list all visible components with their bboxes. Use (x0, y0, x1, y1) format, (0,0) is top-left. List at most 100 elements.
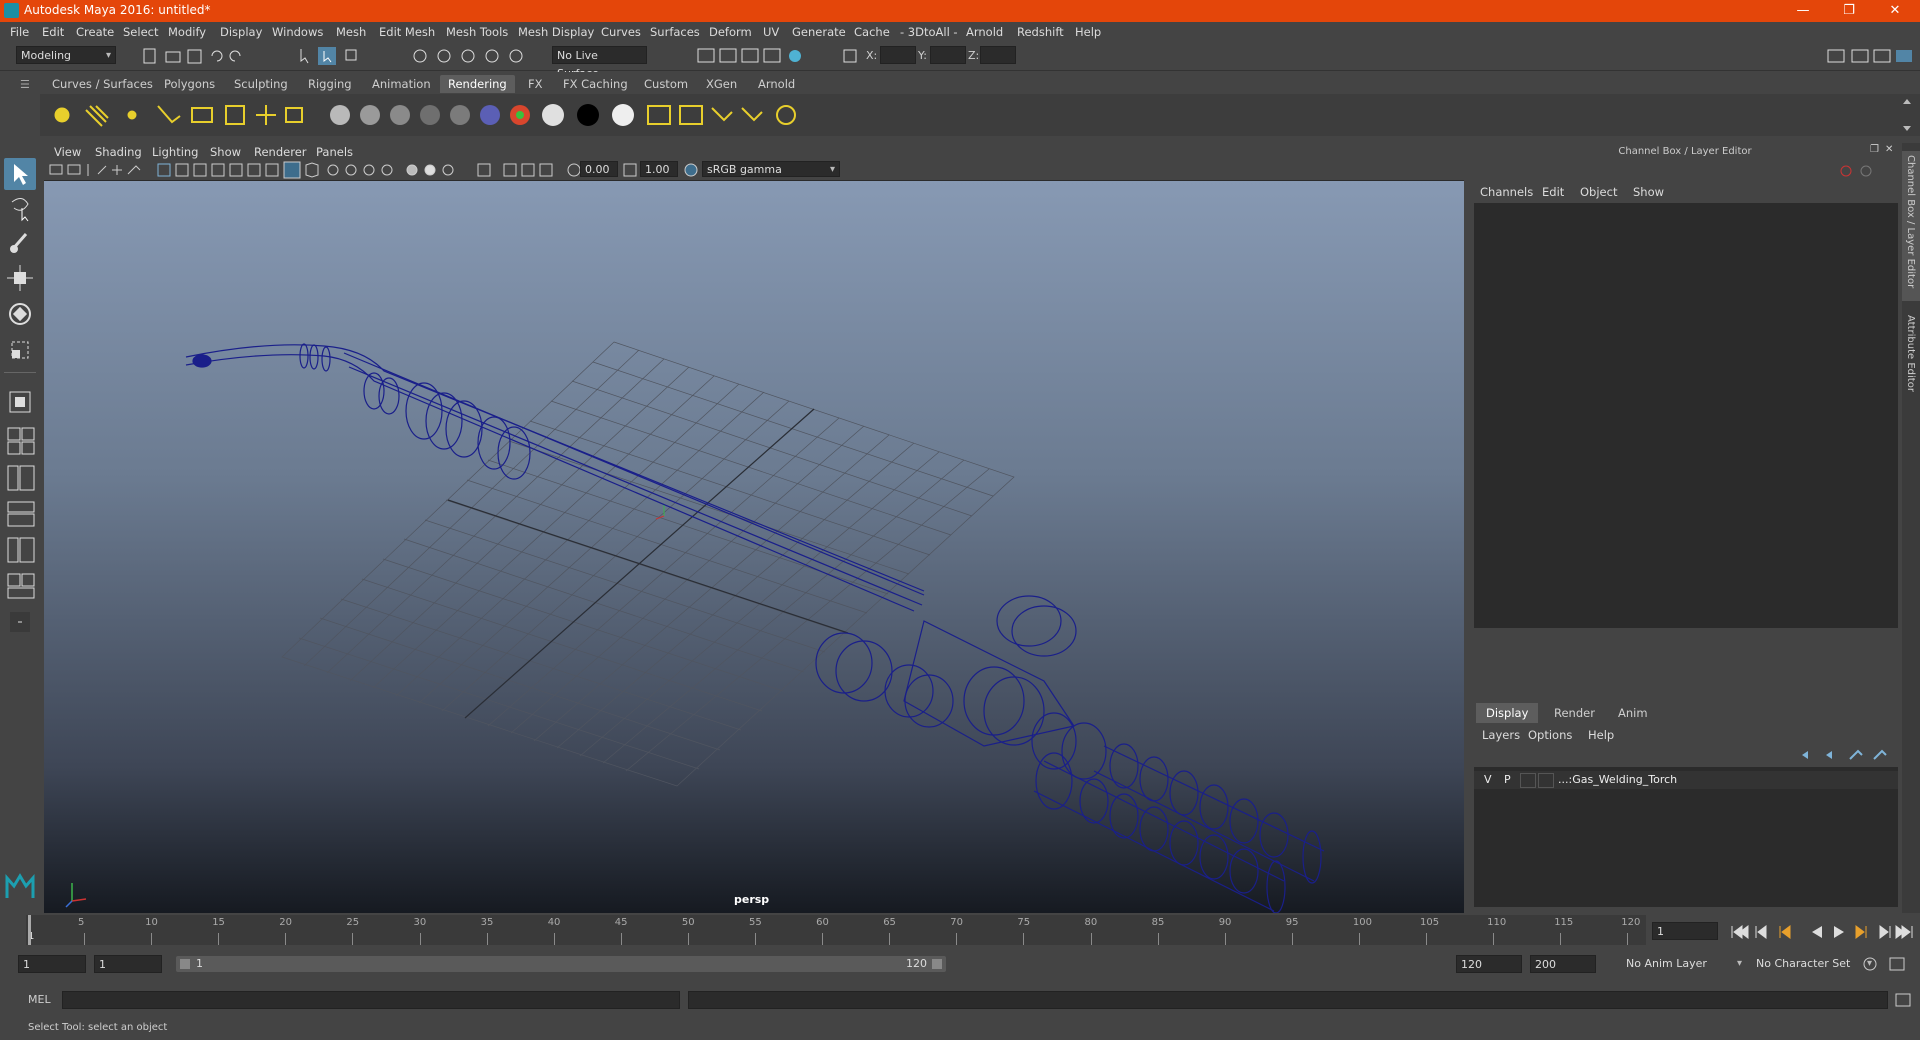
scale-tool-icon[interactable] (4, 334, 36, 366)
tab-rendering[interactable]: Rendering (440, 75, 515, 93)
anim-layer-dropdown[interactable]: No Anim Layer (1622, 955, 1746, 973)
tab-custom[interactable]: Custom (636, 75, 696, 93)
time-slider[interactable]: 1 5 10 15 20 25 30 35 40 45 50 55 60 65 70 75 80 85 90 95 1… (26, 915, 1646, 945)
menu-create[interactable]: Create (76, 25, 114, 39)
live-surface-field[interactable]: No Live Surface (552, 46, 647, 80)
viewport-menu-show[interactable]: Show (210, 145, 241, 159)
persp-hypershade-layout-icon[interactable] (4, 534, 36, 566)
menu-arnold[interactable]: Arnold (966, 25, 1003, 39)
four-view-layout-icon[interactable] (4, 426, 36, 458)
menu-edit[interactable]: Edit (42, 25, 64, 39)
menu-file[interactable]: File (10, 25, 29, 39)
menu-deform[interactable]: Deform (709, 25, 752, 39)
layer-menu-options[interactable]: Options (1528, 728, 1572, 742)
maya-home-icon[interactable] (4, 870, 36, 902)
menu-cache[interactable]: Cache (854, 25, 890, 39)
move-tool-icon[interactable] (4, 262, 36, 294)
float-panel-icon[interactable]: ❐ (1870, 144, 1879, 155)
menu-windows[interactable]: Windows (272, 25, 323, 39)
x-field[interactable] (880, 46, 916, 64)
range-start-handle[interactable] (180, 959, 190, 969)
playback-controls[interactable] (1728, 922, 1914, 942)
menu-redshift[interactable]: Redshift (1017, 25, 1064, 39)
layer-row[interactable]: V P ...:Gas_Welding_Torch (1474, 771, 1898, 789)
tab-animation[interactable]: Animation (364, 75, 439, 93)
single-perspective-layout-icon[interactable] (4, 386, 36, 418)
gamma-icon[interactable] (622, 161, 638, 179)
exposure-field[interactable]: 0.00 (580, 161, 618, 177)
menu-surfaces[interactable]: Surfaces (650, 25, 700, 39)
layer-playback-toggle[interactable]: P (1504, 773, 1511, 786)
layer-action-icons[interactable] (1798, 747, 1888, 763)
tab-fx[interactable]: FX (520, 75, 551, 93)
tab-sculpting[interactable]: Sculpting (226, 75, 296, 93)
shelf-menu-icon[interactable]: ☰ (20, 78, 30, 91)
lasso-tool-icon[interactable] (4, 192, 36, 224)
range-end-handle[interactable] (932, 959, 942, 969)
layer-tab-display[interactable]: Display (1476, 703, 1539, 723)
playback-end-field[interactable]: 120 (1456, 955, 1522, 973)
tab-curves-surfaces[interactable]: Curves / Surfaces (44, 75, 161, 93)
range-bar[interactable]: 1 120 (176, 956, 946, 972)
restore-icon[interactable]: ❐ (1826, 0, 1872, 22)
color-management-icon[interactable] (682, 161, 700, 179)
channels-menu-channels[interactable]: Channels (1480, 185, 1533, 199)
select-tool-icon[interactable] (4, 158, 36, 190)
render-icons-group[interactable] (696, 46, 806, 66)
channel-box-icons[interactable] (1838, 163, 1878, 179)
viewport-3d-scene[interactable]: persp (44, 181, 1464, 913)
persp-outliner-layout-icon[interactable] (4, 462, 36, 494)
menu-display[interactable]: Display (220, 25, 262, 39)
transform-mode-icon[interactable] (842, 46, 858, 66)
paint-select-tool-icon[interactable] (4, 226, 36, 258)
snap-icons-group[interactable] (410, 46, 540, 66)
viewport-tool-icons[interactable] (48, 161, 468, 179)
menu-help[interactable]: Help (1075, 25, 1101, 39)
panel-toggle-icons[interactable] (1826, 46, 1916, 66)
shelf-icons[interactable] (40, 94, 840, 136)
layer-name[interactable]: ...:Gas_Welding_Torch (1558, 773, 1677, 786)
side-tab-channel-box[interactable]: Channel Box / Layer Editor (1905, 155, 1916, 288)
channel-list-area[interactable] (1474, 203, 1898, 628)
gamma-field[interactable]: 1.00 (640, 161, 678, 177)
persp-graph-layout-icon[interactable] (4, 498, 36, 530)
rotate-tool-icon[interactable] (4, 298, 36, 330)
channels-menu-show[interactable]: Show (1633, 185, 1664, 199)
mode-dropdown[interactable]: Modeling (16, 46, 116, 65)
animation-start-field[interactable]: 1 (18, 955, 86, 973)
view-transform-dropdown[interactable]: sRGB gamma (702, 161, 840, 178)
tab-xgen[interactable]: XGen (698, 75, 745, 93)
shelf-scroll-icon[interactable] (1900, 96, 1914, 134)
menu-edit-mesh[interactable]: Edit Mesh (379, 25, 435, 39)
toolbox-collapse-icon[interactable] (4, 606, 36, 638)
layer-display-type[interactable] (1520, 773, 1536, 788)
layer-color-swatch[interactable] (1538, 773, 1554, 788)
playback-start-field[interactable]: 1 (94, 955, 162, 973)
persp-render-layout-icon[interactable] (4, 570, 36, 602)
tab-rigging[interactable]: Rigging (300, 75, 360, 93)
current-frame-field[interactable]: 1 (1652, 922, 1718, 940)
channels-menu-edit[interactable]: Edit (1542, 185, 1564, 199)
tab-polygons[interactable]: Polygons (156, 75, 223, 93)
minimize-icon[interactable]: — (1780, 0, 1826, 22)
side-tab-attribute-editor[interactable]: Attribute Editor (1905, 315, 1916, 392)
close-icon[interactable]: ✕ (1872, 0, 1918, 22)
layer-tab-anim[interactable]: Anim (1608, 703, 1658, 723)
viewport-menu-shading[interactable]: Shading (95, 145, 142, 159)
y-field[interactable] (930, 46, 966, 64)
viewport-menu-view[interactable]: View (54, 145, 81, 159)
script-language-label[interactable]: MEL (28, 993, 51, 1006)
command-input[interactable] (62, 991, 680, 1009)
layer-visibility-toggle[interactable]: V (1484, 773, 1492, 786)
menu-select[interactable]: Select (123, 25, 158, 39)
animation-end-field[interactable]: 200 (1530, 955, 1596, 973)
layer-tab-render[interactable]: Render (1544, 703, 1605, 723)
tab-arnold[interactable]: Arnold (750, 75, 803, 93)
select-mode-icons[interactable] (296, 46, 366, 66)
viewport-menu-panels[interactable]: Panels (316, 145, 353, 159)
close-panel-icon[interactable]: ✕ (1885, 144, 1893, 155)
z-field[interactable] (980, 46, 1016, 64)
viewport-menu-renderer[interactable]: Renderer (254, 145, 307, 159)
menu-mesh[interactable]: Mesh (336, 25, 366, 39)
menu-3dtoall[interactable]: - 3DtoAll - (900, 25, 958, 39)
